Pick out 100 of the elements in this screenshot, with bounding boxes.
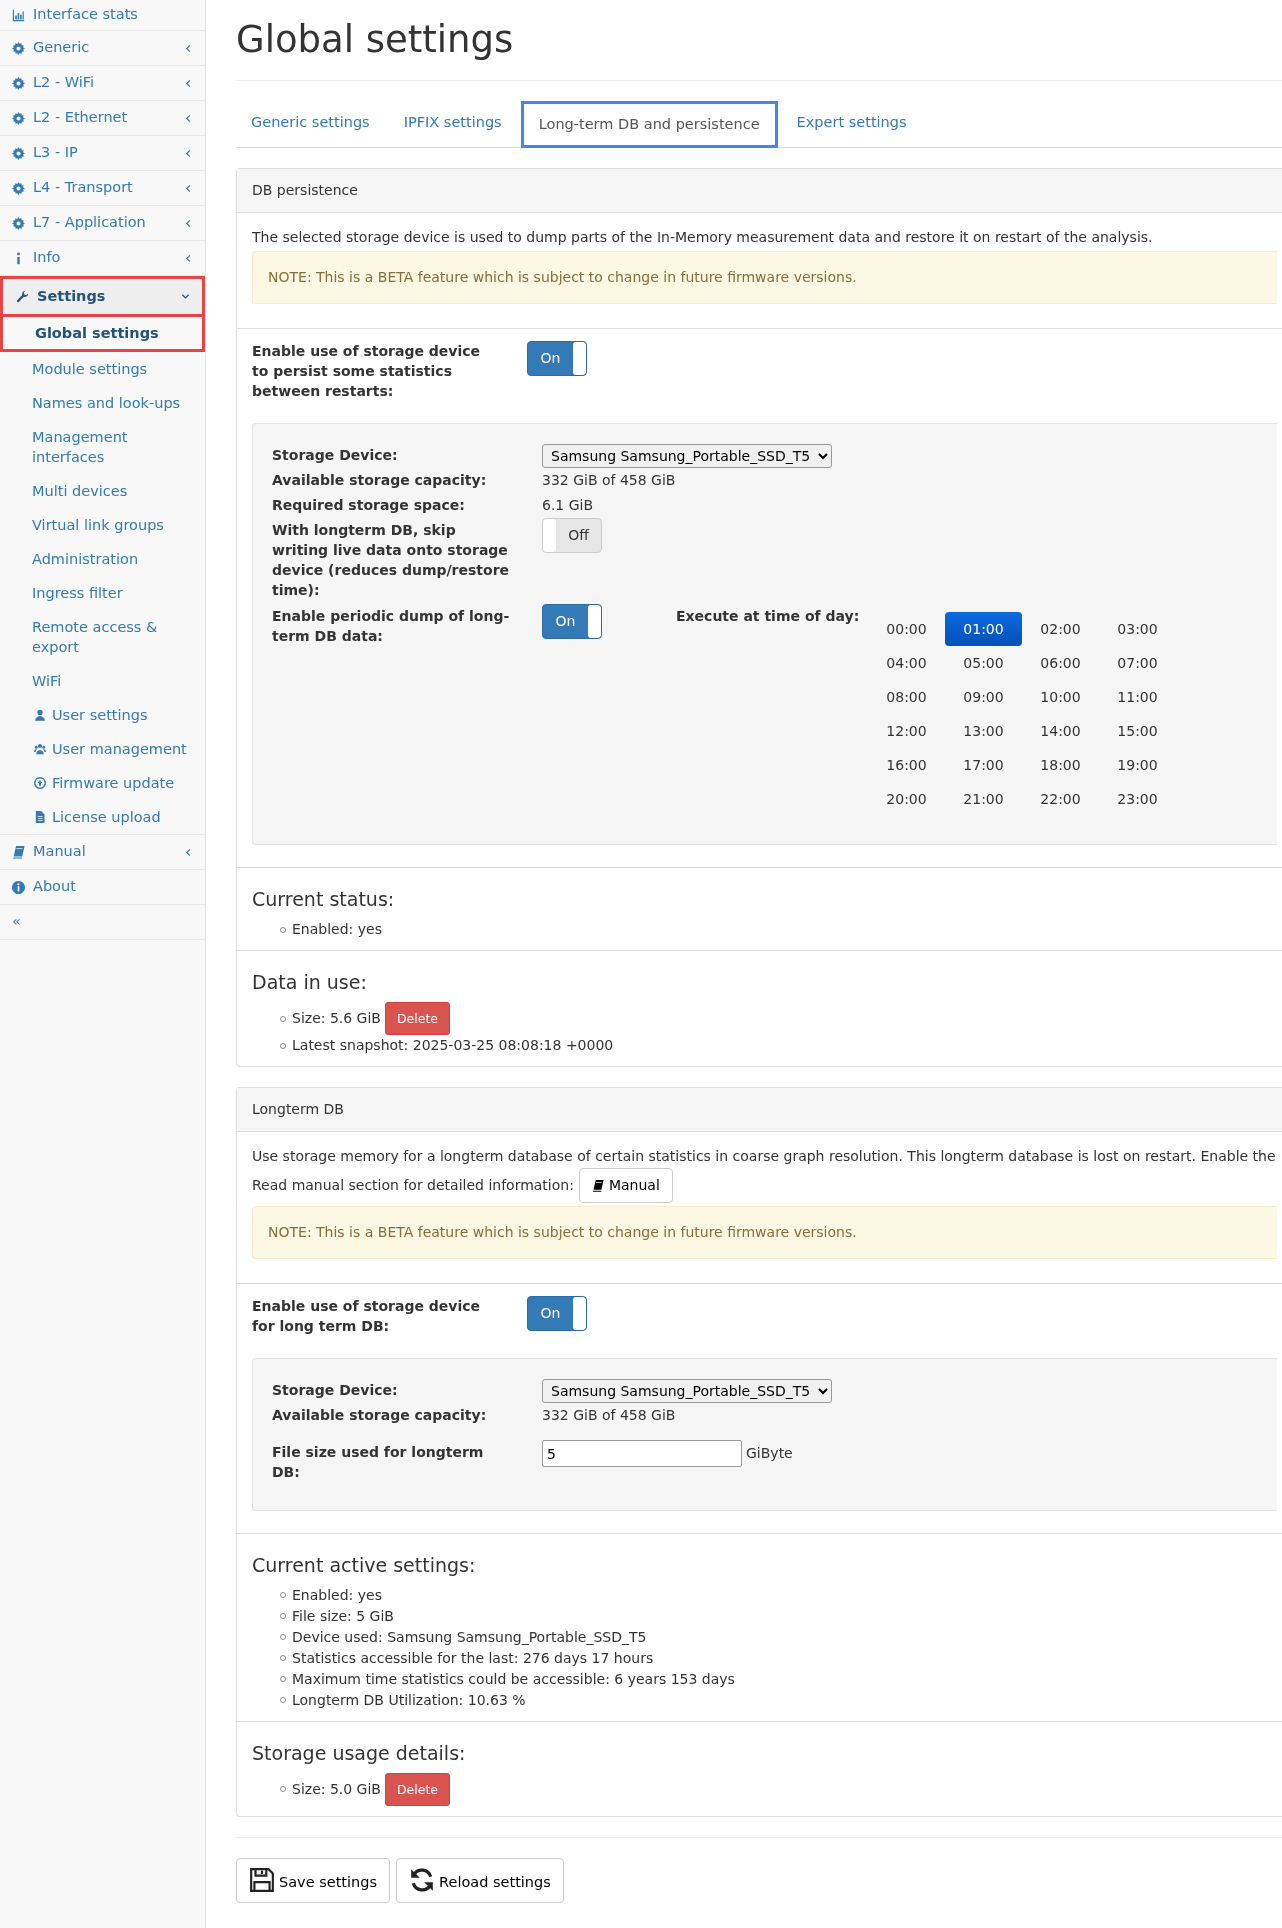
time-option[interactable]: 03:00	[1099, 612, 1176, 647]
sidebar-subitem[interactable]: Multi devices	[0, 474, 205, 508]
user-icon	[34, 709, 46, 721]
time-option[interactable]: 08:00	[868, 680, 945, 715]
field-label: Enable periodic dump of long-term DB data:	[272, 607, 511, 647]
time-option[interactable]: 06:00	[1022, 646, 1099, 681]
time-option[interactable]: 10:00	[1022, 680, 1099, 715]
status-text: Enabled: yes	[292, 1585, 382, 1605]
tab[interactable]: Expert settings	[781, 101, 922, 148]
time-option[interactable]: 09:00	[945, 680, 1022, 715]
gear-icon	[12, 216, 25, 230]
sidebar-item[interactable]: Interface stats	[0, 0, 205, 31]
panel-title: Longterm DB	[237, 1088, 1282, 1133]
sidebar-subitem[interactable]: Administration	[0, 542, 205, 576]
time-option[interactable]: 11:00	[1099, 680, 1176, 715]
time-option[interactable]: 16:00	[868, 748, 945, 783]
field-label: File size used for longterm DB:	[272, 1443, 485, 1483]
sidebar-subitem[interactable]: Virtual link groups	[0, 508, 205, 542]
beta-note: NOTE: This is a BETA feature which is subject to change in future firmware versions.	[252, 251, 1277, 305]
time-option[interactable]: 04:00	[868, 646, 945, 681]
sidebar-subitem[interactable]: Names and look-ups	[0, 386, 205, 420]
storage-device-select[interactable]: Samsung Samsung_Portable_SSD_T5	[542, 444, 832, 469]
sidebar-item[interactable]: Generic	[0, 31, 205, 66]
chevron-left-icon	[184, 78, 193, 88]
file-size-input[interactable]: 5	[542, 1440, 742, 1468]
sidebar-subitem[interactable]: WiFi	[0, 664, 205, 698]
time-option[interactable]: 20:00	[868, 782, 945, 817]
chevron-left-icon	[184, 148, 193, 158]
delete-button[interactable]: Delete	[384, 1002, 451, 1036]
reload-button[interactable]: Reload settings	[396, 1857, 564, 1903]
field-label: Enable use of storage device for long term DB:	[252, 1297, 482, 1337]
chevron-left-icon	[184, 43, 193, 53]
time-option[interactable]: 13:00	[945, 714, 1022, 749]
status-text: Latest snapshot: 2025-03-25 08:08:18 +0000	[292, 1036, 614, 1056]
sidebar-subitem[interactable]: Management interfaces	[0, 420, 205, 474]
sidebar-item[interactable]: L7 - Application	[0, 206, 205, 241]
toggle-switch[interactable]: On	[542, 604, 602, 640]
tab[interactable]: Generic settings	[236, 101, 385, 148]
page-title: Global settings	[236, 20, 1282, 81]
time-option[interactable]: 21:00	[945, 782, 1022, 817]
time-option[interactable]: 12:00	[868, 714, 945, 749]
time-option[interactable]: 07:00	[1099, 646, 1176, 681]
sidebar-subitem[interactable]: License upload	[0, 800, 205, 834]
time-option[interactable]: 15:00	[1099, 714, 1176, 749]
time-option[interactable]: 22:00	[1022, 782, 1099, 817]
sidebar-subitem[interactable]: User management	[0, 732, 205, 766]
gear-icon	[12, 76, 25, 90]
manual-button[interactable]: Manual	[578, 1168, 673, 1204]
time-option[interactable]: 17:00	[945, 748, 1022, 783]
unit-label: GiByte	[746, 1444, 793, 1464]
save-button[interactable]: Save settings	[236, 1857, 391, 1903]
sidebar-subitem[interactable]: User settings	[0, 698, 205, 732]
gear-icon	[12, 146, 25, 160]
refresh-icon	[409, 1867, 436, 1894]
storage-device-select[interactable]: Samsung Samsung_Portable_SSD_T5	[542, 1379, 832, 1404]
section-heading: Data in use:	[252, 971, 368, 995]
sidebar-item[interactable]: L3 - IP	[0, 136, 205, 171]
sidebar-subitem[interactable]: Global settings	[0, 317, 205, 352]
time-option[interactable]: 23:00	[1099, 782, 1176, 817]
section-heading: Storage usage details:	[252, 1741, 467, 1765]
book-icon	[12, 845, 25, 859]
status-text: Enabled: yes	[292, 920, 382, 940]
file-icon	[34, 811, 46, 823]
collapse-sidebar-button[interactable]: «	[0, 905, 205, 940]
field-value: 6.1 GiB	[542, 496, 594, 516]
chevron-left-icon	[184, 253, 193, 263]
field-label: With longterm DB, skip writing live data onto storage device (reduces dump/restore time):	[272, 521, 511, 601]
time-option[interactable]: 18:00	[1022, 748, 1099, 783]
tab[interactable]: IPFIX settings	[388, 101, 517, 148]
upload-icon	[34, 777, 46, 789]
sidebar-item[interactable]: L2 - WiFi	[0, 66, 205, 101]
info-icon	[12, 880, 25, 894]
sidebar-subitem[interactable]: Remote access & export	[0, 610, 205, 664]
toggle-switch[interactable]: On	[527, 341, 587, 377]
time-option[interactable]: 02:00	[1022, 612, 1099, 647]
sidebar-item[interactable]: About	[0, 870, 205, 905]
toggle-switch[interactable]: On	[527, 1296, 587, 1332]
toggle-switch[interactable]: Off	[542, 518, 602, 554]
time-option[interactable]: 05:00	[945, 646, 1022, 681]
sidebar-item[interactable]: L2 - Ethernet	[0, 101, 205, 136]
tab[interactable]: Long-term DB and persistence	[520, 100, 778, 149]
users-icon	[34, 743, 46, 755]
sidebar-item[interactable]: Settings	[0, 276, 205, 317]
field-value: 332 GiB of 458 GiB	[542, 471, 676, 491]
sidebar-item[interactable]: Manual	[0, 835, 205, 870]
chevron-down-icon	[181, 292, 190, 301]
field-label: Storage Device:	[272, 446, 399, 466]
status-text: Size: 5.0 GiB	[292, 1779, 381, 1799]
time-option[interactable]: 01:00	[945, 612, 1022, 647]
description-text: The selected storage device is used to dump parts of the In-Memory measurement data and restore it on restart of the analysis.	[252, 228, 1154, 248]
gear-icon	[12, 41, 25, 55]
sidebar-subitem[interactable]: Firmware update	[0, 766, 205, 800]
time-option[interactable]: 14:00	[1022, 714, 1099, 749]
sidebar-item[interactable]: L4 - Transport	[0, 171, 205, 206]
delete-button[interactable]: Delete	[384, 1772, 451, 1806]
time-option[interactable]: 19:00	[1099, 748, 1176, 783]
sidebar-subitem[interactable]: Module settings	[0, 352, 205, 386]
time-option[interactable]: 00:00	[868, 612, 945, 647]
chevron-left-icon	[184, 113, 193, 123]
sidebar-subitem[interactable]: Ingress filter	[0, 576, 205, 610]
